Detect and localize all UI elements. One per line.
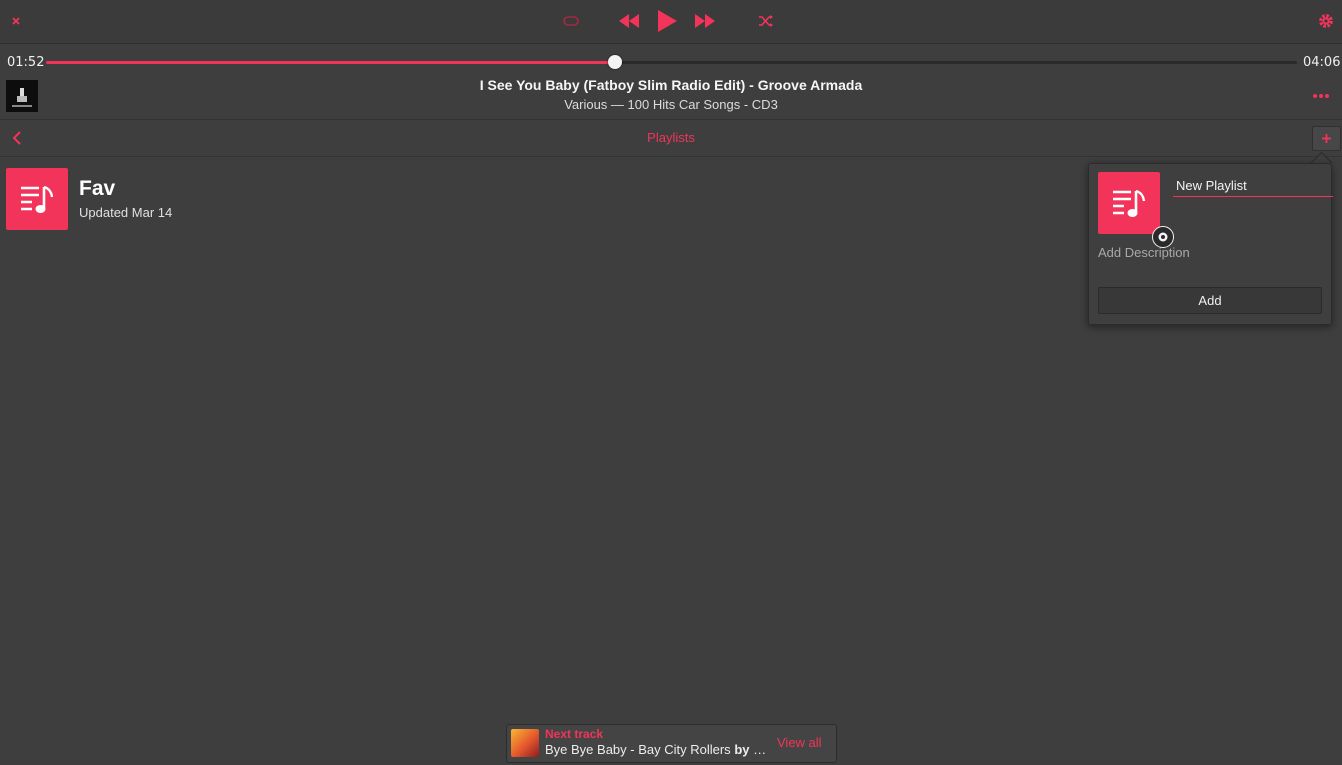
new-playlist-popover: Add Description Add <box>1088 163 1333 325</box>
next-track-cover <box>511 729 539 757</box>
player-toolbar <box>0 0 1342 44</box>
duration-time: 04:06 <box>1303 55 1341 70</box>
new-playlist-artwork[interactable] <box>1098 172 1174 248</box>
playlist-name-input[interactable] <box>1173 174 1333 197</box>
settings-icon[interactable] <box>1316 10 1336 32</box>
fast-forward-icon[interactable] <box>692 10 718 32</box>
page-title: Playlists <box>647 130 695 145</box>
playlist-artwork[interactable] <box>6 168 68 230</box>
next-track-song: Bye Bye Baby - Bay City Rollers by V... <box>545 742 767 757</box>
next-track-toast: Next track Bye Bye Baby - Bay City Rolle… <box>506 724 837 763</box>
now-playing-subtitle: Various — 100 Hits Car Songs - CD3 <box>564 97 778 112</box>
next-track-label: Next track <box>545 727 604 741</box>
divider <box>0 119 1342 120</box>
add-button[interactable]: Add <box>1098 287 1322 314</box>
add-playlist-button[interactable] <box>1312 126 1341 151</box>
repeat-icon[interactable] <box>560 12 582 30</box>
view-all-link[interactable]: View all <box>777 735 822 750</box>
more-options-icon[interactable] <box>1312 86 1330 104</box>
close-icon[interactable] <box>8 12 24 30</box>
plus-icon <box>1322 134 1331 143</box>
seek-bar-fill <box>46 61 616 64</box>
now-playing-title: I See You Baby (Fatboy Slim Radio Edit) … <box>479 77 863 93</box>
shuffle-icon[interactable] <box>756 12 776 30</box>
seek-handle[interactable] <box>608 55 623 69</box>
playlist-name[interactable]: Fav <box>79 177 115 201</box>
play-icon[interactable] <box>654 8 680 34</box>
seek-bar[interactable] <box>46 55 1297 69</box>
playlist-music-icon <box>21 185 54 213</box>
description-field[interactable]: Add Description <box>1098 245 1190 260</box>
playlist-music-icon <box>1113 189 1146 217</box>
rewind-icon[interactable] <box>616 10 642 32</box>
divider <box>0 156 1342 157</box>
playlist-updated: Updated Mar 14 <box>79 205 173 220</box>
elapsed-time: 01:52 <box>7 55 45 70</box>
